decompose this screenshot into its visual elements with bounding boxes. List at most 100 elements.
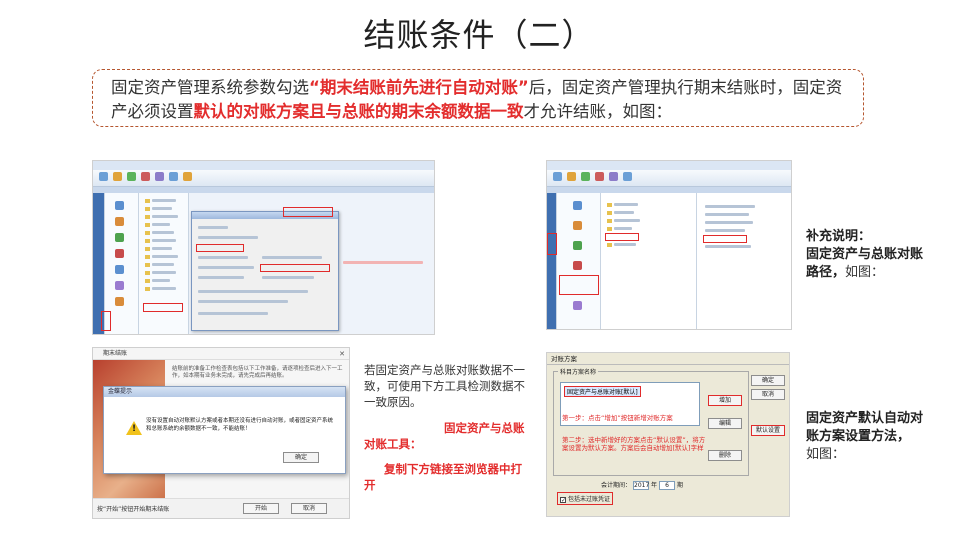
dialog-line: [198, 312, 268, 315]
step-one-note: 第一步：点击“增加”按钮新增对账方案: [562, 414, 673, 422]
cancel-button[interactable]: 取消: [751, 389, 785, 400]
module-pane: [557, 193, 601, 329]
folder-icon: [145, 279, 150, 283]
toolbar: [93, 170, 434, 187]
cancel-button[interactable]: 取消: [291, 503, 327, 514]
toolbar-icon: [155, 172, 164, 181]
default-setting-button[interactable]: 默认设置: [751, 425, 785, 436]
toolbar-icon: [567, 172, 576, 181]
toolbar-icon: [623, 172, 632, 181]
alert-title: 金蝶提示: [104, 387, 345, 397]
supplement-caption: 补充说明： 固定资产与总账对账路径，如图：: [806, 228, 924, 282]
intro-text-3: 才允许结账，如图：: [523, 102, 673, 121]
module-icon: [573, 241, 582, 250]
toolbar-icon: [183, 172, 192, 181]
alert-ok-button[interactable]: 确定: [283, 452, 319, 463]
add-button[interactable]: 增加: [708, 395, 742, 406]
module-icon: [115, 233, 124, 242]
detail-pane: [697, 193, 791, 329]
checkbox-label: 包括未过账凭证: [568, 496, 611, 503]
highlight-box: [703, 235, 747, 243]
dialog-line: [198, 300, 288, 303]
tree-line: [705, 205, 755, 208]
tree-line: [152, 247, 172, 250]
screenshot-system-parameters: [92, 160, 435, 335]
window-title: 期末结账: [103, 350, 128, 357]
tree-line: [152, 279, 170, 282]
year-spinner[interactable]: 2017: [633, 481, 649, 490]
module-icon: [115, 249, 124, 258]
year-unit: 年: [651, 482, 658, 489]
wizard-footer: 按“开始”按钮开始期末结账 开始 取消: [93, 498, 349, 518]
screenshot-period-end-close: 期末结账 ✕ 结账前的准备工作检查表包括以下工作准备，请逐项检查后进入下一工作，…: [92, 347, 350, 519]
dialog-title: 对账方案: [547, 353, 789, 365]
highlight-box: [559, 275, 599, 295]
toolbar-icon: [553, 172, 562, 181]
tool-action: 复制下方链接至浏览器中打开: [364, 462, 522, 492]
folder-icon: [145, 215, 150, 219]
intro-box: 固定资产管理系统参数勾选“期末结账前先进行自动对账”后，固定资产管理执行期末结账…: [92, 69, 864, 127]
parameter-dialog: [191, 211, 339, 331]
intro-text-1: 固定资产管理系统参数勾选: [111, 78, 309, 97]
folder-icon: [145, 199, 150, 203]
edit-button[interactable]: 编辑: [708, 418, 742, 429]
menu-bar: [547, 161, 791, 170]
inconsistency-caption: 若固定资产与总账对账数据不一致，可使用下方工具检测数据不一致原因。: [364, 363, 525, 409]
folder-icon: [607, 219, 612, 223]
module-icon: [573, 201, 582, 210]
tree-line: [152, 223, 170, 226]
default-scheme-caption: 固定资产默认自动对账方案设置方法， 如图：: [806, 410, 928, 464]
period-spinner[interactable]: 6: [659, 481, 676, 490]
tool-caption: 固定资产与总账对账工具：: [364, 420, 530, 452]
tool-label: 固定资产与总账对账工具：: [364, 421, 525, 451]
folder-icon: [607, 211, 612, 215]
include-unposted-checkbox[interactable]: ✓ 包括未过账凭证: [557, 492, 614, 505]
page-title: 结账条件（二）: [363, 16, 595, 54]
tree-line: [152, 287, 176, 290]
screenshot-reconciliation-scheme: 对账方案 科目方案名称 固定资产与总账对账[默认] 增加 编辑 删除 第一步：点…: [546, 352, 790, 517]
folder-icon: [607, 227, 612, 231]
tree-line: [614, 203, 638, 206]
tree-pane: [139, 193, 189, 334]
delete-button[interactable]: 删除: [708, 450, 742, 461]
warning-text: 结账前的准备工作检查表包括以下工作准备，请逐项检查后进入下一工作，如本期有业务未…: [172, 366, 343, 379]
toolbar-icon: [99, 172, 108, 181]
tree-line: [152, 239, 176, 242]
close-icon[interactable]: ✕: [339, 348, 345, 360]
tree-line: [152, 255, 178, 258]
tree-line: [705, 229, 745, 232]
module-icon: [115, 217, 124, 226]
tree-line: [614, 219, 640, 222]
toolbar-icon: [113, 172, 122, 181]
highlight-box: [196, 244, 244, 252]
tree-line: [152, 215, 178, 218]
folder-icon: [145, 223, 150, 227]
toolbar-icon: [609, 172, 618, 181]
dialog-line: [262, 256, 322, 259]
highlight-box: [101, 311, 111, 331]
highlight-box: [547, 233, 557, 255]
module-icon: [115, 201, 124, 210]
tree-line: [705, 221, 753, 224]
module-icon: [573, 261, 582, 270]
module-icon: [115, 281, 124, 290]
folder-icon: [145, 263, 150, 267]
checkbox-checked-icon[interactable]: ✓: [560, 497, 566, 504]
supplement-tail: 如图：: [845, 265, 885, 280]
ok-button[interactable]: 确定: [751, 375, 785, 386]
tree-line: [705, 213, 749, 216]
module-icon: [573, 221, 582, 230]
module-icon: [115, 297, 124, 306]
intro-highlight-1: “期末结账前先进行自动对账”: [309, 78, 529, 97]
start-button[interactable]: 开始: [243, 503, 279, 514]
dialog-line: [262, 276, 314, 279]
highlight-box: [260, 264, 330, 272]
intro-highlight-2: 默认的对账方案且与总账的期末余额数据一致: [193, 102, 524, 121]
scheme-group: 科目方案名称 固定资产与总账对账[默认] 增加 编辑 删除 第一步：点击“增加”…: [553, 367, 749, 476]
period-label: 会计期间：: [601, 482, 632, 489]
folder-icon: [145, 255, 150, 259]
toolbar-icon: [169, 172, 178, 181]
scheme-list-item[interactable]: 固定资产与总账对账[默认]: [564, 386, 641, 397]
tool-action-caption: 复制下方链接至浏览器中打开: [364, 461, 530, 493]
tree-line: [614, 243, 636, 246]
